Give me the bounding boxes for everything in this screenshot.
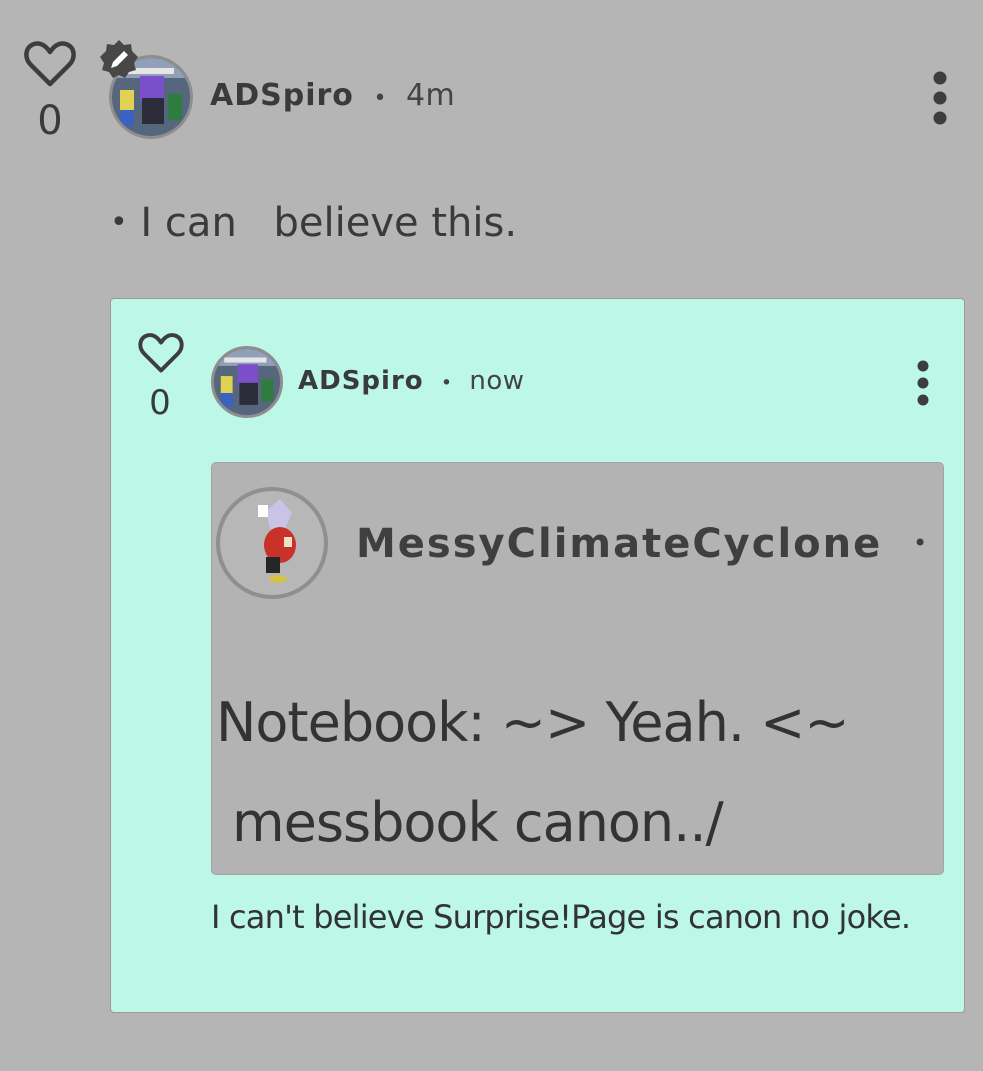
reply-separator: •	[440, 372, 453, 394]
bullet: •	[110, 205, 128, 240]
post-header: ADSpiro • 4m	[210, 78, 455, 113]
like-count: 0	[37, 98, 63, 144]
quoted-username: MessyClimateCyclone	[356, 521, 883, 567]
more-options-button[interactable]	[926, 70, 954, 126]
vertical-dots-icon	[917, 360, 929, 406]
vertical-dots-icon	[933, 71, 947, 125]
reply-body: I can't believe Surprise!Page is canon n…	[211, 898, 911, 936]
reply-more-options-button[interactable]	[911, 360, 935, 406]
quoted-header: MessyClimateCyclone •	[356, 521, 927, 567]
edit-badge	[97, 38, 141, 86]
like-button[interactable]	[24, 40, 76, 88]
reply-header: ADSpiro • now	[298, 366, 525, 396]
pencil-edit-icon	[100, 40, 138, 78]
quoted-line-2: messbook canon../	[232, 791, 724, 854]
character-avatar-image	[258, 499, 296, 583]
reply-username[interactable]: ADSpiro	[298, 366, 424, 396]
reply-avatar[interactable]	[211, 346, 283, 418]
reply-timestamp: now	[469, 366, 525, 396]
post-body: • I can believe this.	[110, 200, 517, 246]
reply-like-count: 0	[149, 383, 171, 423]
reply-like-button[interactable]	[138, 332, 184, 374]
timestamp: 4m	[405, 78, 456, 113]
body-text-part2: believe this.	[273, 200, 518, 246]
heart-icon	[138, 333, 184, 373]
avatar-image	[214, 349, 280, 415]
username[interactable]: ADSpiro	[210, 78, 354, 113]
quoted-comment-image[interactable]: MessyClimateCyclone • Notebook: ~> Yeah.…	[211, 462, 944, 875]
quoted-separator: •	[912, 529, 928, 557]
quoted-avatar	[216, 487, 328, 599]
body-text-part1: I can	[140, 200, 237, 246]
quoted-line-1: Notebook: ~> Yeah. <~	[216, 691, 850, 754]
heart-icon	[24, 41, 76, 87]
separator: •	[373, 86, 387, 111]
